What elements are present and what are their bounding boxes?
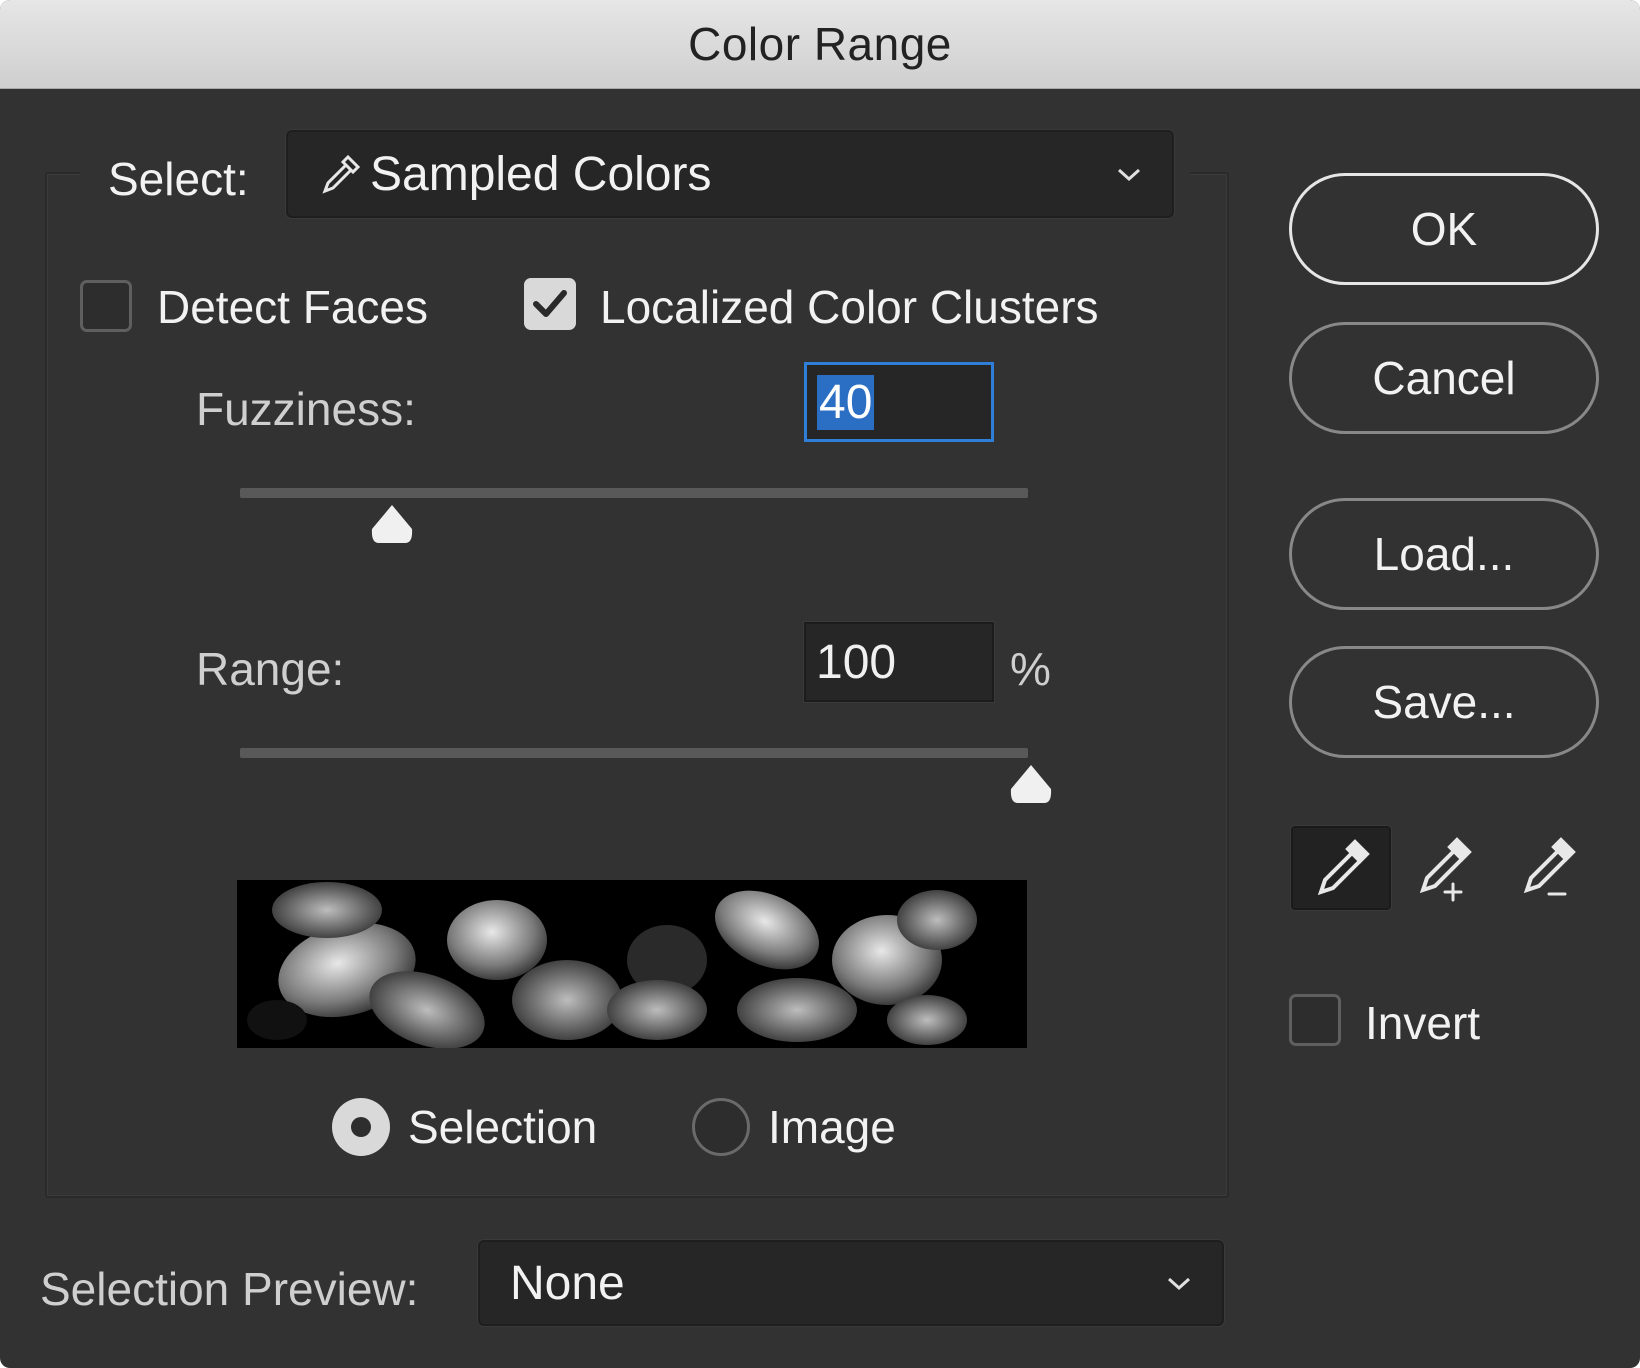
invert-label: Invert [1365, 997, 1481, 1049]
localized-color-clusters-checkbox[interactable] [524, 278, 576, 330]
range-unit: % [1010, 643, 1051, 695]
select-dropdown[interactable]: Sampled Colors [286, 130, 1174, 218]
eyedropper-plus-icon [1419, 837, 1472, 902]
fuzziness-value: 40 [817, 374, 875, 430]
range-label: Range: [196, 643, 345, 695]
fuzziness-slider-track[interactable] [240, 488, 1028, 498]
checkmark-icon [533, 290, 567, 317]
eyedropper-tool[interactable] [1291, 826, 1391, 910]
selection-preview-value: None [510, 1256, 625, 1310]
save-button[interactable]: Save... [1289, 646, 1599, 758]
localized-color-clusters-label: Localized Color Clusters [600, 281, 1099, 333]
fuzziness-input[interactable]: 40 [804, 362, 994, 442]
select-value: Sampled Colors [370, 147, 712, 201]
subtract-from-sample-tool[interactable] [1499, 826, 1599, 910]
eyedropper-minus-icon [1523, 837, 1576, 896]
ok-button[interactable]: OK [1289, 173, 1599, 285]
selection-radio-label: Selection [408, 1101, 598, 1153]
eyedropper-icon [1317, 839, 1370, 896]
chevron-down-icon [1117, 168, 1141, 182]
selection-preview-label: Selection Preview: [40, 1263, 419, 1315]
add-to-sample-tool[interactable] [1395, 826, 1495, 910]
image-radio[interactable] [692, 1098, 750, 1156]
load-button[interactable]: Load... [1289, 498, 1599, 610]
image-radio-label: Image [768, 1101, 896, 1153]
invert-checkbox[interactable] [1289, 994, 1341, 1046]
dialog-title: Color Range [688, 18, 952, 70]
range-slider-handle[interactable] [1008, 762, 1054, 806]
range-value: 100 [816, 635, 897, 689]
range-input[interactable]: 100 [804, 622, 994, 702]
title-bar[interactable]: Color Range [0, 0, 1640, 89]
color-range-dialog: Color Range Select: Sampled Colors Detec… [0, 0, 1640, 1368]
selection-preview-dropdown[interactable]: None [478, 1240, 1224, 1326]
chevron-down-icon [1167, 1277, 1191, 1291]
detect-faces-checkbox[interactable] [80, 280, 132, 332]
fuzziness-label: Fuzziness: [196, 383, 416, 435]
fuzziness-slider-handle[interactable] [369, 502, 415, 546]
detect-faces-label: Detect Faces [157, 281, 428, 333]
eyedropper-icon [322, 154, 361, 194]
range-slider-track[interactable] [240, 748, 1028, 758]
selection-radio[interactable] [332, 1098, 390, 1156]
selection-preview-thumbnail [237, 880, 1027, 1048]
select-label: Select: [108, 153, 249, 205]
cancel-button[interactable]: Cancel [1289, 322, 1599, 434]
